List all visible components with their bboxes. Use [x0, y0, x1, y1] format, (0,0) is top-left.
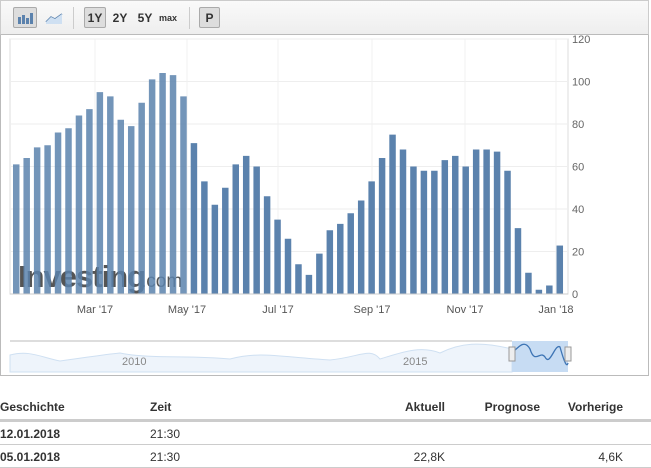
bar	[493, 151, 501, 294]
bar	[504, 170, 511, 294]
bar	[295, 264, 302, 294]
bar	[54, 132, 62, 294]
header-date: Geschichte	[0, 400, 65, 414]
bar	[127, 126, 135, 294]
bar	[431, 170, 438, 294]
bar	[13, 164, 20, 294]
row-actual: 22,8K	[413, 450, 445, 464]
x-tick-label: Sep '17	[354, 304, 391, 316]
x-tick-label: Jul '17	[262, 304, 293, 316]
x-tick-label: Nov '17	[447, 304, 484, 316]
bar	[483, 149, 490, 294]
bar	[180, 96, 187, 294]
bar	[514, 228, 522, 294]
bar	[96, 92, 104, 294]
bar	[242, 155, 250, 294]
bar	[535, 289, 543, 294]
header-forecast: Prognose	[484, 400, 540, 414]
bar	[159, 73, 166, 294]
bar	[117, 119, 125, 294]
table-row: 12.01.2018 21:30	[0, 422, 651, 445]
table-row: 05.01.2018 21:30 22,8K 4,6K	[0, 445, 651, 468]
navigator-label: 2015	[403, 356, 427, 368]
bar	[441, 160, 449, 294]
bar	[420, 170, 428, 294]
navigator-right-handle[interactable]	[564, 346, 572, 362]
bar	[347, 213, 354, 294]
bar	[556, 245, 564, 294]
bar	[399, 149, 407, 294]
y-tick-label: 80	[572, 119, 584, 131]
bar	[169, 75, 177, 294]
bar	[525, 272, 532, 294]
header-previous: Vorherige	[567, 400, 623, 414]
bar	[65, 128, 72, 294]
bar	[389, 134, 396, 294]
y-tick-label: 20	[572, 247, 584, 259]
bar	[337, 223, 344, 294]
y-tick-label: 40	[572, 204, 584, 216]
table-header: Geschichte Zeit Aktuell Prognose Vorheri…	[0, 392, 651, 422]
row-time: 21:30	[150, 450, 181, 464]
bar	[138, 102, 145, 294]
bar	[378, 158, 386, 294]
y-tick-label: 120	[572, 34, 590, 46]
history-table: Geschichte Zeit Aktuell Prognose Vorheri…	[0, 392, 651, 468]
bar	[211, 204, 219, 294]
navigator-label: 2010	[122, 356, 146, 368]
bar	[107, 96, 114, 294]
bar	[86, 109, 93, 294]
bar	[201, 181, 208, 294]
bar	[546, 285, 553, 294]
y-tick-label: 100	[572, 77, 590, 89]
bar	[148, 79, 156, 294]
row-previous: 4,6K	[598, 450, 623, 464]
bar	[274, 219, 281, 294]
bar-chart: Investing .com 020406080100120 Mar '17Ma…	[9, 34, 590, 316]
row-time: 21:30	[150, 427, 181, 441]
bar	[253, 166, 260, 294]
bar	[410, 166, 417, 294]
bar	[33, 147, 41, 294]
bar	[23, 158, 30, 294]
navigator[interactable]: 2010 2015	[0, 335, 651, 375]
bar	[357, 200, 365, 294]
y-tick-label: 60	[572, 162, 584, 174]
y-tick-label: 0	[572, 289, 578, 301]
x-tick-label: May '17	[168, 304, 206, 316]
bar	[44, 145, 51, 294]
x-tick-label: Jan '18	[538, 304, 573, 316]
header-actual: Aktuell	[404, 400, 445, 414]
bar	[222, 187, 229, 294]
bar	[284, 238, 292, 294]
bar	[326, 230, 334, 294]
bar	[316, 253, 323, 294]
bar	[232, 164, 239, 294]
x-tick-label: Mar '17	[77, 304, 113, 316]
bar	[75, 115, 83, 294]
row-date: 12.01.2018	[0, 427, 61, 441]
bar	[472, 149, 480, 294]
bar	[263, 196, 271, 294]
bar	[190, 143, 198, 294]
bar	[305, 274, 313, 294]
navigator-left-handle[interactable]	[508, 346, 516, 362]
bar	[368, 181, 375, 294]
header-time: Zeit	[150, 400, 172, 414]
bar	[462, 166, 469, 294]
bar	[452, 155, 459, 294]
row-date: 05.01.2018	[0, 450, 61, 464]
